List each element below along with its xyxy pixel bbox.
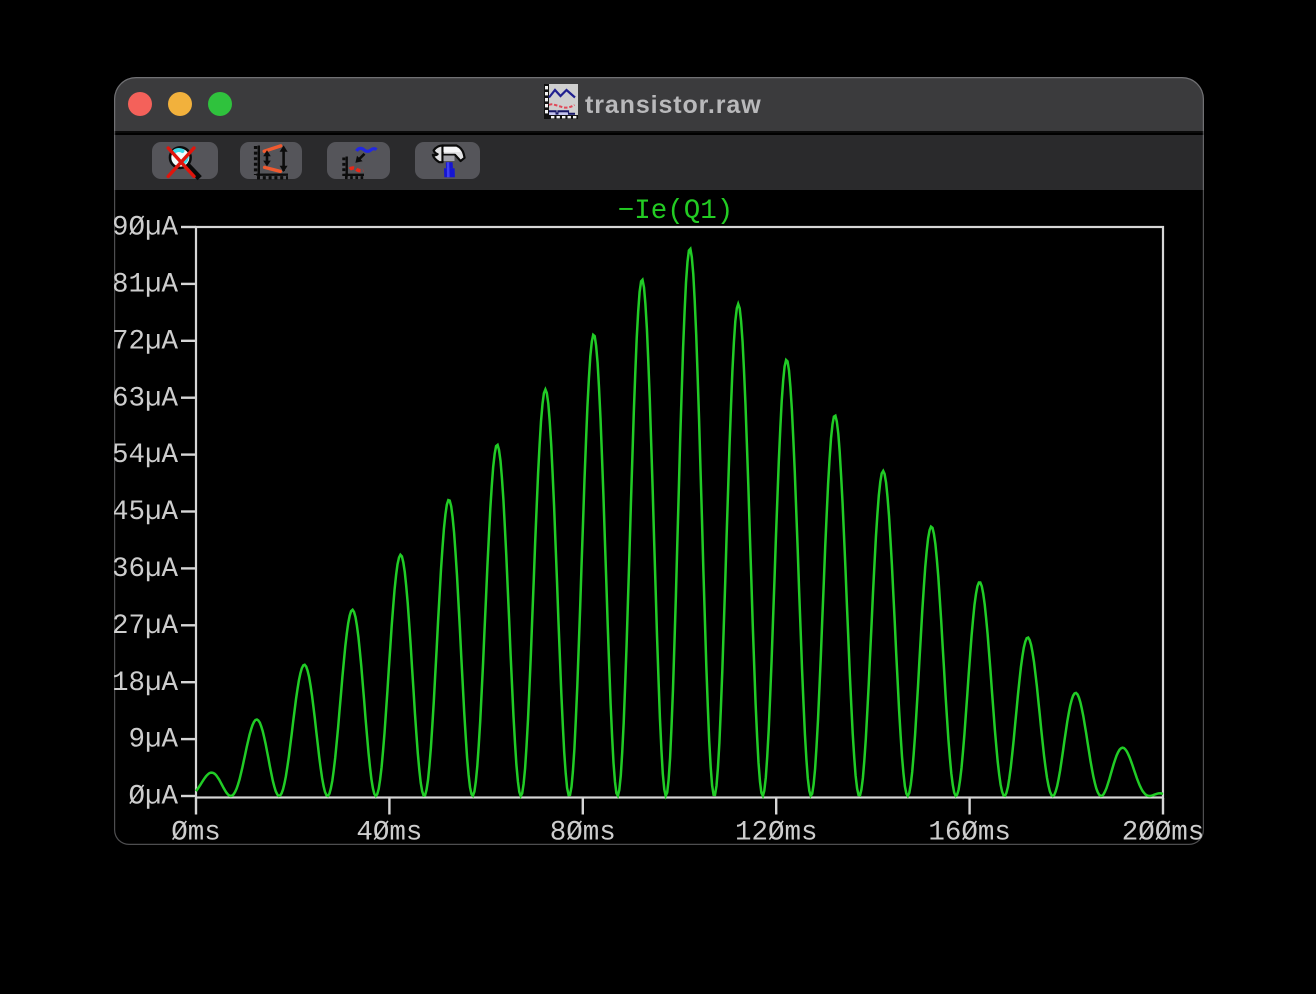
svg-text:54µA: 54µA xyxy=(114,440,178,471)
svg-text:81µA: 81µA xyxy=(114,269,178,300)
svg-text:9ØµA: 9ØµA xyxy=(114,212,178,243)
svg-text:−Ie(Q1): −Ie(Q1) xyxy=(617,196,733,227)
svg-text:12Øms: 12Øms xyxy=(734,817,817,846)
svg-text:4Øms: 4Øms xyxy=(356,817,422,846)
svg-text:ØµA: ØµA xyxy=(128,781,178,812)
svg-text:63µA: 63µA xyxy=(114,383,178,414)
svg-text:8Øms: 8Øms xyxy=(549,817,615,846)
svg-text:36µA: 36µA xyxy=(114,554,178,585)
svg-text:16Øms: 16Øms xyxy=(928,817,1011,846)
svg-text:9µA: 9µA xyxy=(128,724,178,755)
svg-text:27µA: 27µA xyxy=(114,610,178,641)
svg-text:72µA: 72µA xyxy=(114,326,178,357)
svg-text:Øms: Øms xyxy=(171,817,221,846)
svg-text:45µA: 45µA xyxy=(114,497,178,528)
svg-text:2ØØms: 2ØØms xyxy=(1121,817,1203,846)
svg-text:18µA: 18µA xyxy=(114,667,178,698)
